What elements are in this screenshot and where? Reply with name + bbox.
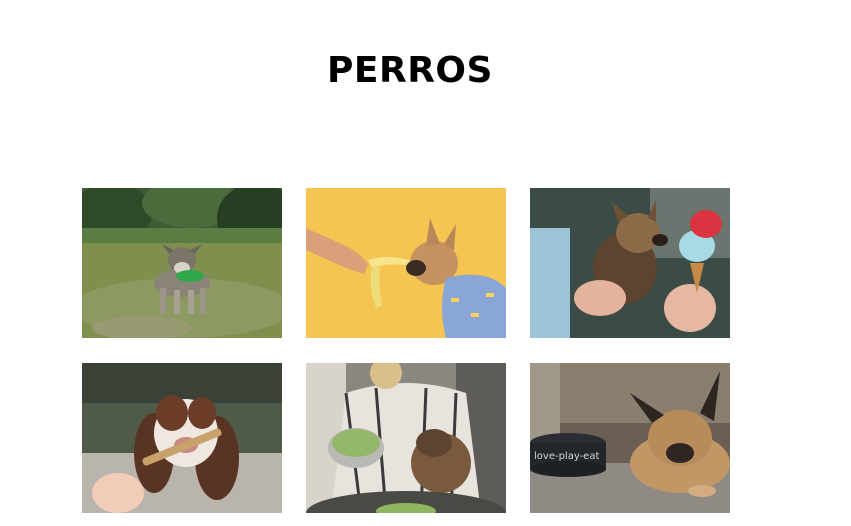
bowl-label: love-play-eat (534, 451, 599, 462)
photo-schnauzer[interactable] (82, 188, 282, 338)
dog-photo-image: love-play-eat (530, 363, 730, 513)
photo-spaniel-stick[interactable] (82, 363, 282, 513)
dog-photo-image (306, 363, 506, 513)
photo-gallery: love-play-eat (82, 188, 730, 513)
photo-yorkie-icecream[interactable] (530, 188, 730, 338)
dog-photo-image (530, 188, 730, 338)
dog-photo-image (82, 363, 282, 513)
dog-photo-image (306, 188, 506, 338)
dog-photo-image (82, 188, 282, 338)
page: PERROS love-play-eat (0, 0, 851, 526)
photo-bulldog-bowl[interactable]: love-play-eat (530, 363, 730, 513)
page-title: PERROS (327, 50, 493, 91)
photo-woman-feeding-dog[interactable] (306, 363, 506, 513)
photo-bulldog-banana[interactable] (306, 188, 506, 338)
